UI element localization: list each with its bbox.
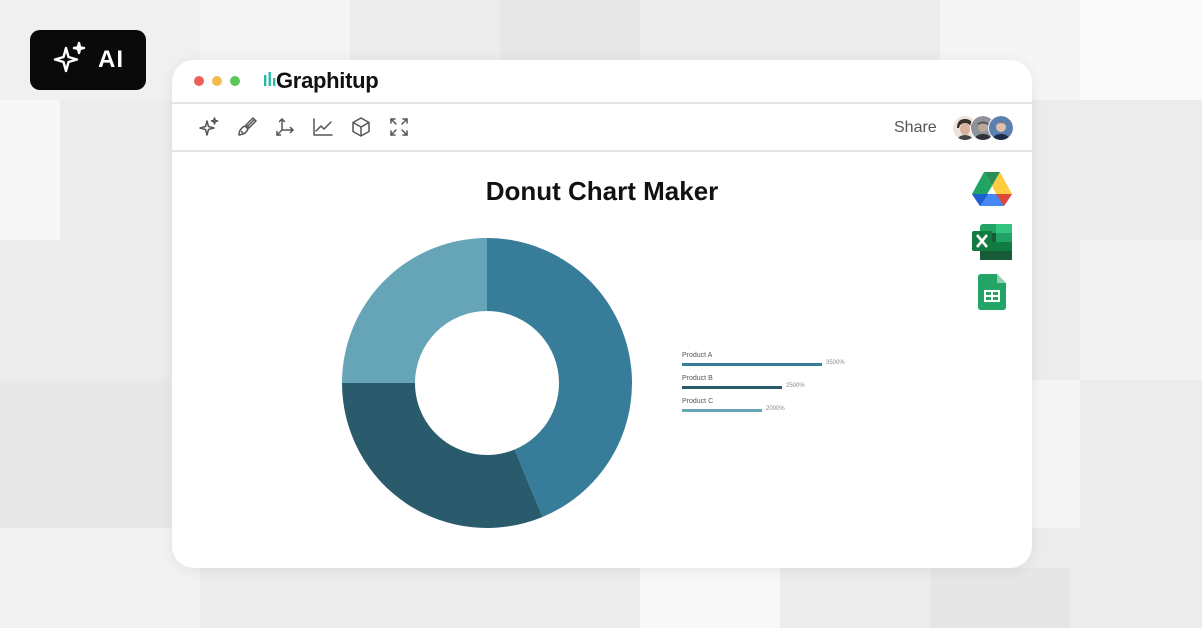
donut-slice-product-c[interactable] xyxy=(342,238,487,383)
fullscreen-icon xyxy=(390,118,408,136)
app-name: Graphitup xyxy=(276,68,379,93)
chart-legend: Product A 3500% Product B 2500% Product C 200… xyxy=(682,352,882,421)
legend-item[interactable]: Product C 2000% xyxy=(682,398,882,421)
toolbar: Share xyxy=(172,104,1032,152)
sparkles-icon xyxy=(199,117,219,136)
ai-tool-button[interactable] xyxy=(190,108,228,146)
line-chart-tool-button[interactable] xyxy=(304,108,342,146)
legend-label: Product C xyxy=(682,398,714,405)
style-tool-button[interactable] xyxy=(228,108,266,146)
title-bar: Graphitup xyxy=(172,60,1032,104)
app-window: Graphitup Share Donut Chart Maker Produc… xyxy=(172,60,1032,568)
donut-chart xyxy=(342,238,632,528)
fullscreen-tool-button[interactable] xyxy=(380,108,418,146)
legend-value: 2500% xyxy=(786,383,805,389)
chart-canvas: Donut Chart Maker Product A 3500% Produc… xyxy=(172,152,1032,568)
excel-icon[interactable] xyxy=(970,222,1014,262)
legend-bar xyxy=(682,409,762,412)
google-sheets-icon[interactable] xyxy=(978,274,1006,310)
ai-badge-label: AI xyxy=(98,46,124,73)
app-logo: Graphitup xyxy=(264,68,379,94)
donut-slice-product-b[interactable] xyxy=(342,383,543,528)
graphitup-logo-icon xyxy=(264,72,276,86)
legend-label: Product A xyxy=(682,352,713,359)
maximize-window-dot[interactable] xyxy=(230,76,240,86)
collaborator-avatars[interactable] xyxy=(952,115,1018,141)
legend-value: 3500% xyxy=(826,360,845,366)
sparkles-icon xyxy=(52,40,88,81)
paintbrush-icon xyxy=(238,117,257,136)
legend-value: 2000% xyxy=(766,406,785,412)
avatar xyxy=(988,115,1014,141)
3d-tool-button[interactable] xyxy=(342,108,380,146)
legend-item[interactable]: Product B 2500% xyxy=(682,375,882,398)
minimize-window-dot[interactable] xyxy=(212,76,222,86)
ai-badge[interactable]: AI xyxy=(30,30,146,90)
cube-icon xyxy=(352,117,370,137)
line-chart-icon xyxy=(313,118,333,136)
legend-bar xyxy=(682,363,822,366)
legend-item[interactable]: Product A 3500% xyxy=(682,352,882,375)
axes-tool-button[interactable] xyxy=(266,108,304,146)
chart-title: Donut Chart Maker xyxy=(485,176,719,206)
axes-icon xyxy=(276,118,294,136)
share-button[interactable]: Share xyxy=(894,119,937,137)
google-drive-icon[interactable] xyxy=(970,170,1014,208)
legend-label: Product B xyxy=(682,375,713,382)
close-window-dot[interactable] xyxy=(194,76,204,86)
legend-bar xyxy=(682,386,782,389)
